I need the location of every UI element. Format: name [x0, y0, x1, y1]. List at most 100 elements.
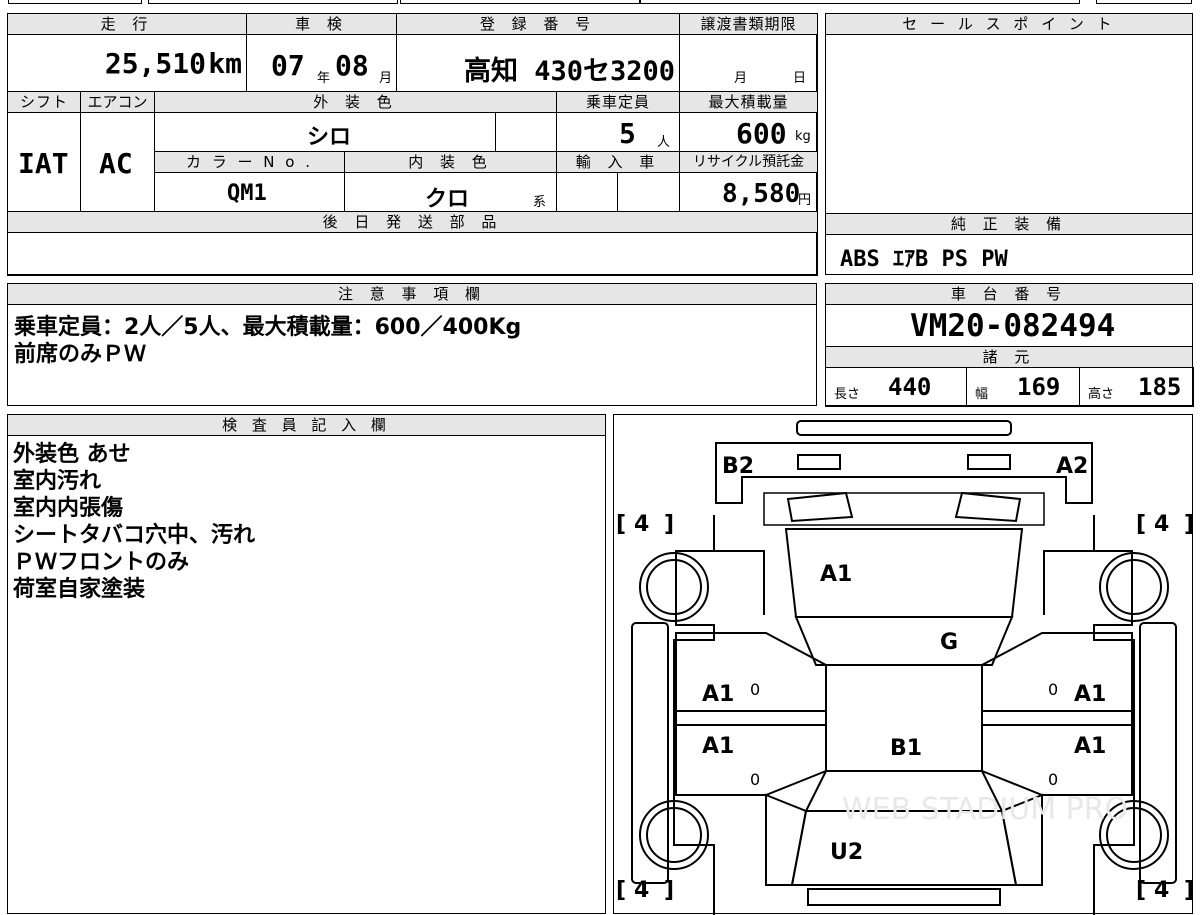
spec-length-label: 長さ: [834, 387, 861, 402]
inspector-line-1: 外装色 あせ: [13, 442, 131, 467]
equipment-value: ABS ｴｱB PS PW: [840, 247, 1008, 272]
spec-length-cell: 長さ 440: [825, 367, 967, 407]
top-strip-5: [1096, 0, 1192, 4]
inspector-box: 検 査 員 記 入 欄 外装色 あせ 室内汚れ 室内内張傷 シートタバコ穴中、汚…: [7, 414, 606, 914]
maxload-value: 600: [736, 117, 787, 150]
top-strip-4: [640, 0, 1080, 4]
watermark: WEB STADIUM PRO: [842, 792, 1128, 827]
equipment-header: 純 正 装 備: [825, 213, 1193, 235]
tire-bracket-tl: [: [616, 512, 626, 537]
sales-point-box: セ ー ル ス ポ イ ン ト 純 正 装 備 ABS ｴｱB PS PW: [825, 13, 1193, 275]
interior-cell: クロ 系: [344, 172, 557, 212]
aircon-header: エアコン: [80, 91, 155, 113]
exterior-value: シロ: [307, 125, 352, 150]
spec-length-value: 440: [888, 373, 932, 401]
tire-bottom-right: 4: [1154, 878, 1169, 903]
mark-door-fr: A1: [1074, 682, 1106, 707]
tire-bracket-tr-close: ]: [1184, 512, 1194, 537]
top-strip-1: [8, 0, 142, 4]
color-no-value: QM1: [227, 181, 267, 206]
capacity-unit: 人: [657, 135, 671, 150]
mileage-cell: 25,510 km: [7, 34, 247, 92]
recycle-unit: 円: [798, 193, 812, 208]
spec-width-value: 169: [1017, 373, 1061, 401]
registration-header: 登 録 番 号: [396, 13, 680, 35]
inspector-line-6: 荷室自家塗装: [13, 577, 146, 602]
tire-bracket-tl-close: ]: [664, 512, 674, 537]
zero-fr: 0: [1048, 680, 1058, 699]
transfer-cell: 月 日: [679, 34, 818, 92]
tire-bracket-br: [: [1136, 878, 1146, 903]
sales-point-header: セ ー ル ス ポ イ ン ト: [825, 13, 1193, 35]
inspection-year-unit: 年: [317, 71, 331, 86]
inspection-cell: 07 年 08 月: [246, 34, 397, 92]
tire-bracket-bl-close: ]: [664, 878, 674, 903]
spec-width-label: 幅: [975, 387, 989, 402]
exterior-extra-cell: [495, 112, 557, 152]
color-no-header: カ ラ ー N o .: [154, 151, 345, 173]
mileage-unit: km: [208, 47, 242, 80]
recycle-value: 8,580: [722, 179, 801, 209]
spec-height-label: 高さ: [1088, 387, 1115, 402]
interior-suffix: 系: [533, 195, 547, 210]
inspector-line-3: 室内内張傷: [13, 496, 124, 521]
color-no-cell: QM1: [154, 172, 345, 212]
chassis-header: 車 台 番 号: [825, 283, 1193, 305]
import-header: 輸 入 車: [556, 151, 680, 173]
tire-bottom-left: 4: [634, 878, 649, 903]
specs-header: 諸 元: [825, 346, 1193, 368]
mark-hood: A1: [820, 562, 852, 587]
maxload-header: 最大積載量: [679, 91, 818, 113]
spec-height-cell: 高さ 185: [1079, 367, 1194, 407]
mark-roof: B1: [890, 736, 922, 761]
aircon-value: AC: [99, 147, 133, 180]
vehicle-info-grid: 走 行 車 検 登 録 番 号 譲渡書類期限 25,510 km 07 年 08…: [7, 13, 818, 276]
chassis-box: 車 台 番 号 VM20-082494 諸 元 長さ 440 幅 169 高さ …: [825, 283, 1194, 407]
transfer-day-unit: 日: [793, 71, 807, 86]
tire-bracket-tr: [: [1136, 512, 1146, 537]
spec-width-cell: 幅 169: [966, 367, 1080, 407]
zero-rr: 0: [1048, 770, 1058, 789]
inspector-line-4: シートタバコ穴中、汚れ: [13, 523, 256, 548]
inspection-month: 08: [335, 49, 369, 82]
shift-cell: IAT: [7, 112, 81, 212]
mark-rear: U2: [830, 840, 863, 865]
notes-line-1: 乗車定員：2人／5人、最大積載量：600／400Kg: [14, 315, 522, 340]
inspection-header: 車 検: [246, 13, 397, 35]
aircon-cell: AC: [80, 112, 155, 212]
chassis-number: VM20-082494: [910, 308, 1116, 344]
mileage-header: 走 行: [7, 13, 247, 35]
inspection-year: 07: [271, 49, 305, 82]
interior-header: 内 装 色: [344, 151, 557, 173]
registration-cell: 高知 430セ3200: [396, 34, 680, 92]
later-parts-cell: [7, 232, 818, 276]
mark-door-rl: A1: [702, 734, 734, 759]
registration-value: 高知 430セ3200: [463, 56, 675, 87]
mileage-value: 25,510: [104, 47, 206, 80]
transfer-month-unit: 月: [734, 71, 748, 86]
top-strip-2: [148, 0, 398, 4]
notes-box: 注 意 事 項 欄 乗車定員：2人／5人、最大積載量：600／400Kg 前席の…: [7, 283, 817, 406]
capacity-cell: 5 人: [556, 112, 680, 152]
maxload-cell: 600 kg: [679, 112, 818, 152]
car-diagram-box: [ ] [ ] [ ] [ ] 4 4 4 4 B2 A2 A1 G A1 A1…: [613, 414, 1194, 915]
zero-fl: 0: [750, 680, 760, 699]
import-cell-b: [617, 172, 680, 212]
tire-bracket-br-close: ]: [1184, 878, 1194, 903]
transfer-header: 譲渡書類期限: [679, 13, 818, 35]
inspection-month-unit: 月: [379, 71, 393, 86]
zero-rl: 0: [750, 770, 760, 789]
inspector-line-5: ＰＷフロントのみ: [13, 550, 190, 575]
recycle-header: リサイクル預託金: [679, 151, 818, 173]
car-diagram: [ ] [ ] [ ] [ ] 4 4 4 4 B2 A2 A1 G A1 A1…: [616, 420, 1194, 915]
tire-top-right: 4: [1154, 512, 1169, 537]
exterior-cell: シロ: [154, 112, 496, 152]
capacity-value: 5: [619, 117, 636, 150]
mark-door-rr: A1: [1074, 734, 1106, 759]
import-cell-a: [556, 172, 618, 212]
tire-bracket-bl: [: [616, 878, 626, 903]
spec-height-value: 185: [1138, 373, 1182, 401]
mark-door-fl: A1: [702, 682, 734, 707]
recycle-cell: 8,580 円: [679, 172, 818, 212]
mark-a2: A2: [1056, 454, 1088, 479]
